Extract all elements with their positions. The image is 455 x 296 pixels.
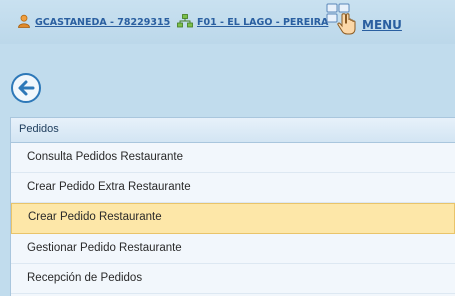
user-icon — [17, 14, 31, 31]
menu-item-recepcion-de-pedidos[interactable]: Recepción de Pedidos — [11, 264, 455, 294]
hand-pointer-icon — [326, 2, 360, 40]
top-bar: GCASTANEDA - 78229315 F01 - EL LAGO - PE… — [0, 0, 455, 44]
menu-item-crear-pedido-extra-restaurante[interactable]: Crear Pedido Extra Restaurante — [11, 173, 455, 203]
orders-panel: Pedidos Consulta Pedidos Restaurante Cre… — [10, 117, 455, 296]
branch-label: F01 - EL LAGO - PEREIRA — [197, 16, 329, 28]
menu-item-gestionar-pedido-restaurante[interactable]: Gestionar Pedido Restaurante — [11, 234, 455, 264]
back-button[interactable] — [10, 72, 42, 104]
menu-label: MENU — [362, 18, 402, 32]
user-link[interactable]: GCASTANEDA - 78229315 — [17, 14, 171, 31]
branch-link[interactable]: F01 - EL LAGO - PEREIRA — [177, 13, 329, 31]
menu-item-consulta-pedidos-restaurante[interactable]: Consulta Pedidos Restaurante — [11, 143, 455, 173]
menu-button[interactable]: MENU — [326, 3, 402, 40]
orders-menu: Consulta Pedidos Restaurante Crear Pedid… — [11, 143, 455, 294]
panel-title: Pedidos — [11, 118, 455, 143]
network-icon — [177, 13, 193, 31]
back-arrow-icon — [10, 73, 42, 108]
user-label: GCASTANEDA - 78229315 — [35, 16, 171, 28]
menu-item-crear-pedido-restaurante[interactable]: Crear Pedido Restaurante — [11, 203, 455, 234]
